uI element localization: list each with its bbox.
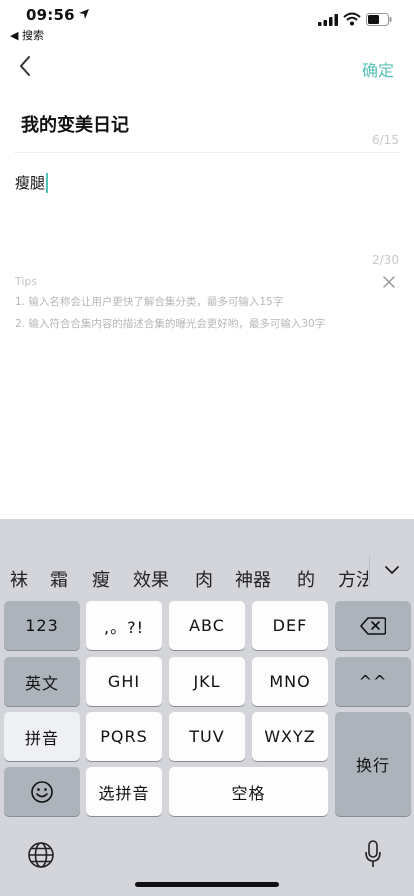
confirm-button[interactable]: 确定 [362,57,394,81]
key-label: ABC [189,616,225,635]
status-time: 09:56 [26,6,75,24]
back-to-app-link[interactable]: ◀ 搜索 [10,27,44,43]
key-label: PQRS [100,727,148,746]
microphone-icon[interactable] [364,839,382,869]
backspace-icon [360,616,386,635]
collection-title-input[interactable]: 我的变美日记 [21,111,129,137]
key-punctuation[interactable]: ,。?! [86,601,162,650]
key-label: MNO [269,672,311,691]
key-label: TUV [189,727,225,746]
divider [14,152,400,153]
key-label: 空格 [231,783,266,803]
key-label: 换行 [355,756,390,775]
chevron-down-icon[interactable] [384,563,400,577]
battery-icon [366,13,392,26]
key-label: GHI [107,672,141,691]
home-indicator [135,882,279,887]
key-emoticon[interactable]: ^^ [335,657,411,706]
candidate-word[interactable]: 神器 [235,566,271,592]
tips-heading: Tips [15,275,38,288]
emoji-key[interactable] [4,767,80,816]
close-icon[interactable] [381,274,397,290]
key-return[interactable]: 换行 [335,712,411,816]
key-space[interactable]: 空格 [169,767,328,816]
key-label: JKL [193,672,221,691]
key-label: 123 [25,616,59,635]
candidate-word[interactable]: 的 [297,566,315,592]
key-pqrs[interactable]: PQRS [86,712,162,761]
title-char-count: 6/15 [372,133,399,147]
backspace-key[interactable] [335,601,411,650]
key-label: ^^ [358,672,388,691]
key-jkl[interactable]: JKL [169,657,245,706]
globe-icon[interactable] [26,840,56,870]
key-english[interactable]: 英文 [4,657,80,706]
key-label: ,。?! [104,617,144,637]
signal-icon [318,14,338,26]
description-text: 瘦腿 [15,174,46,192]
key-wxyz[interactable]: WXYZ [252,712,328,761]
candidate-word[interactable]: 霜 [50,566,68,592]
candidate-word[interactable]: 方法 [338,566,368,592]
key-label: DEF [272,616,308,635]
key-abc[interactable]: ABC [169,601,245,650]
text-cursor [46,172,49,193]
description-char-count: 2/30 [372,253,399,267]
key-label: WXYZ [264,727,316,746]
candidate-separator [369,556,370,586]
key-tuv[interactable]: TUV [169,712,245,761]
key-def[interactable]: DEF [252,601,328,650]
wifi-icon [343,12,361,26]
key-label: 英文 [24,673,59,693]
candidate-word[interactable]: 瘦 [92,566,110,592]
emoji-icon [31,780,53,803]
collection-description-input[interactable]: 瘦腿 [15,172,49,193]
tip-item: 1. 输入名称会让用户更快了解合集分类，最多可输入15字 [15,296,284,308]
candidate-word[interactable]: 效果 [133,566,169,592]
key-pinyin[interactable]: 拼音 [4,712,80,761]
location-arrow-icon [79,9,89,19]
key-mno[interactable]: MNO [252,657,328,706]
key-ghi[interactable]: GHI [86,657,162,706]
candidate-word[interactable]: 肉 [195,566,213,592]
tip-item: 2. 输入符合合集内容的描述合集的曝光会更好哟，最多可输入30字 [15,318,326,330]
key-label: 拼音 [24,728,59,748]
back-chevron-icon[interactable] [14,52,38,80]
key-123[interactable]: 123 [4,601,80,650]
key-select-pinyin[interactable]: 选拼音 [86,767,162,816]
key-label: 选拼音 [98,783,150,803]
candidate-word[interactable]: 袜 [10,566,28,592]
